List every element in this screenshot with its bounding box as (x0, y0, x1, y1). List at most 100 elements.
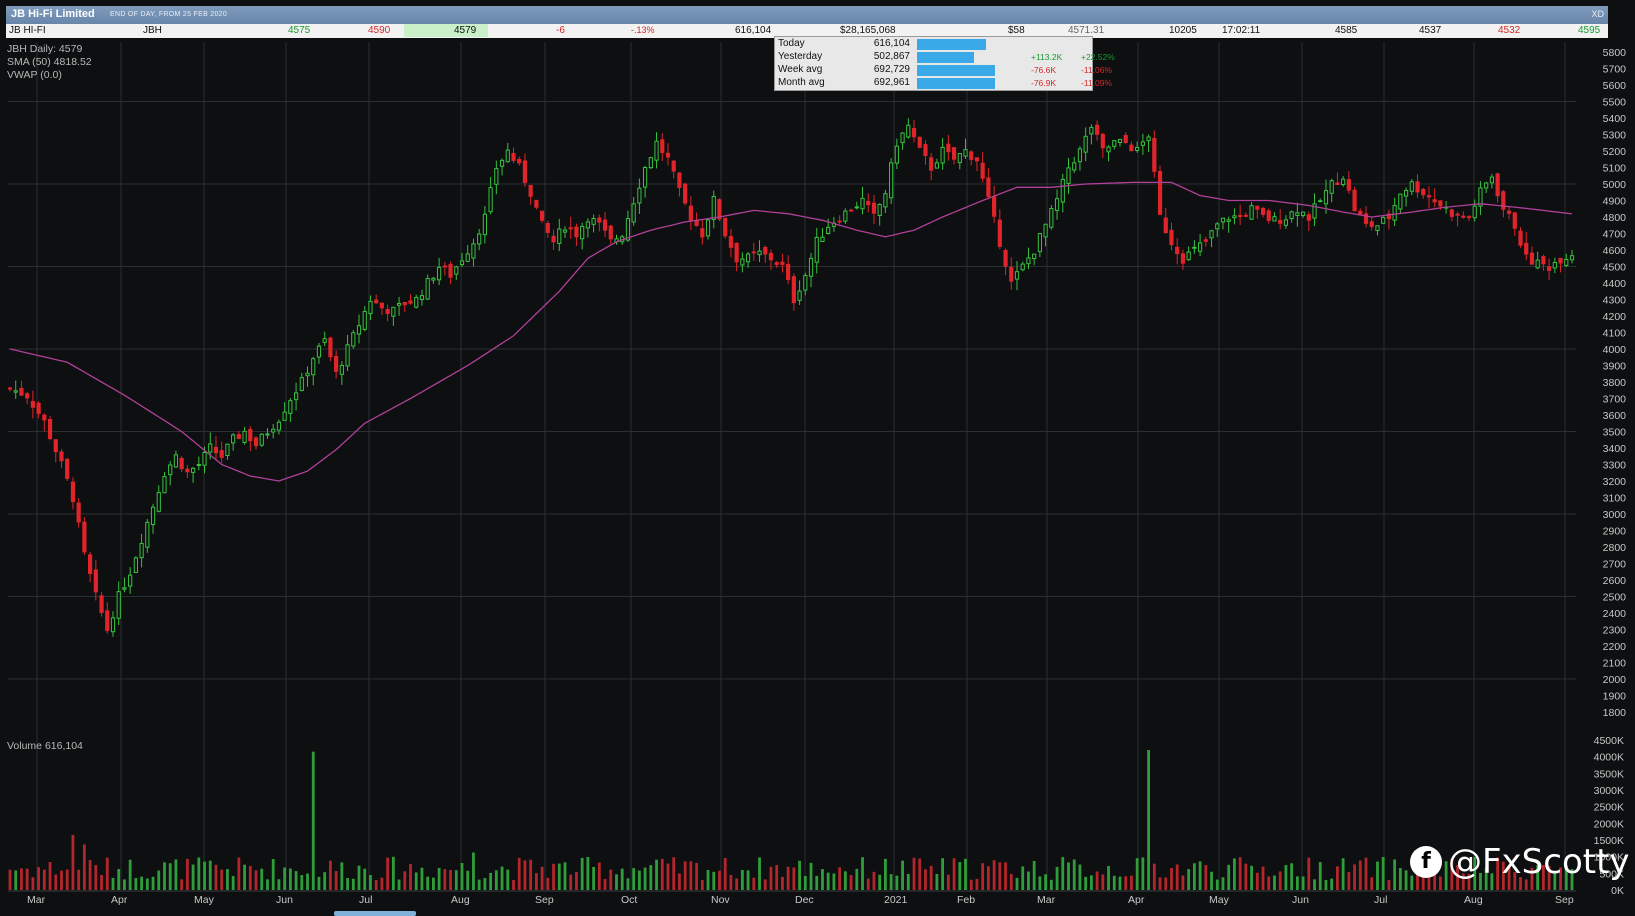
volume-bar (643, 867, 647, 890)
volume-bar (1044, 874, 1048, 890)
candle-body (311, 358, 316, 376)
volume-bar (1353, 864, 1356, 890)
month-tick-label: Nov (711, 894, 730, 906)
candle-body (271, 428, 276, 433)
candle-body (196, 464, 201, 467)
volume-bar (20, 868, 23, 890)
candle-body (562, 229, 568, 233)
volume-bar (1078, 864, 1082, 890)
volume-bar (1347, 871, 1351, 890)
volume-bar (815, 875, 819, 890)
volume-tick-label: 4500K (1594, 735, 1624, 747)
volume-bar (1124, 876, 1128, 890)
volume-popup-value: 502,867 (873, 51, 910, 62)
volume-bar (14, 870, 18, 890)
volume-bar (1336, 866, 1339, 890)
volume-bar (861, 857, 864, 890)
volume-bar (460, 863, 464, 890)
candle-body (185, 468, 190, 473)
candle-body (1197, 242, 1203, 252)
volume-bar (1364, 857, 1368, 890)
volume-popup-change-pct: -11.06% (1081, 65, 1113, 75)
volume-popup-value: 692,961 (873, 77, 910, 88)
volume-bar (769, 866, 773, 890)
volume-bar (569, 874, 573, 890)
volume-bar (1341, 858, 1345, 890)
candle-body (465, 253, 470, 262)
volume-popup-label: Yesterday (778, 51, 823, 62)
volume-bar (60, 870, 63, 890)
volume-bar (437, 867, 441, 890)
volume-comparison-popup: Today 616,104 Yesterday 502,867 +113.2K +22.5… (774, 36, 1115, 91)
candle-body (1484, 182, 1489, 189)
candle-body (723, 217, 728, 237)
volume-bar (546, 877, 550, 890)
volume-bar (185, 858, 189, 890)
volume-bar (42, 869, 46, 890)
volume-bar (397, 879, 401, 890)
chart-window: JB Hi-Fi Limited END OF DAY, FROM 25 FEB… (0, 0, 1635, 916)
volume-bar (260, 868, 264, 890)
volume-bar (105, 857, 109, 890)
candle-body (110, 617, 116, 633)
volume-bar (140, 876, 143, 890)
volume-bar (529, 859, 533, 890)
volume-bar (1267, 876, 1271, 890)
volume-bar (443, 869, 447, 890)
price-tick-label: 2600 (1603, 575, 1627, 587)
volume-popup-bar (917, 65, 995, 76)
volume-bar (48, 861, 52, 890)
candle-body (408, 300, 413, 304)
volume-bar (889, 874, 893, 890)
volume-bar (1072, 859, 1076, 890)
price-tick-label: 2200 (1603, 641, 1627, 653)
candle-body (471, 243, 476, 259)
horizontal-scrollbar[interactable] (334, 911, 416, 916)
candle-body (1409, 181, 1414, 192)
candle-body (1135, 146, 1140, 151)
month-tick-label: May (1209, 894, 1230, 906)
price-tick-label: 2700 (1603, 559, 1627, 571)
volume-bar (82, 844, 86, 890)
volume-bar (626, 878, 630, 890)
candle-body (1123, 134, 1128, 144)
volume-bar (1238, 857, 1242, 890)
candle-body (557, 228, 562, 244)
volume-tick-label: 3500K (1594, 768, 1624, 780)
candle-body (1295, 212, 1300, 216)
candle-body (488, 187, 493, 213)
candle-body (339, 364, 344, 375)
volume-bar (8, 869, 12, 890)
price-tick-label: 1900 (1603, 691, 1627, 703)
volume-bar (700, 879, 704, 890)
candle-body (974, 157, 980, 162)
candle-body (808, 257, 814, 277)
volume-bar (981, 863, 985, 890)
volume-bar (1152, 863, 1156, 890)
candle-body (368, 300, 373, 315)
price-volume-chart[interactable]: 1800 1900 2000 2100 2200 2300 2400 2500 2600 2700… (0, 0, 1635, 916)
candle-body (42, 414, 47, 421)
price-tick-label: 1800 (1603, 707, 1627, 719)
candle-body (334, 355, 339, 372)
candle-body (1169, 229, 1174, 246)
volume-bar (1210, 871, 1213, 890)
candle-body (940, 146, 945, 164)
volume-bar (88, 859, 92, 890)
volume-bar (477, 879, 481, 890)
volume-bar (254, 870, 258, 890)
volume-bar (1233, 858, 1236, 890)
volume-bar (472, 852, 475, 890)
candle-body (65, 458, 70, 479)
volume-bar (1215, 879, 1219, 890)
candle-body (1209, 230, 1214, 239)
volume-bar (603, 878, 607, 890)
candle-body (190, 467, 196, 473)
candle-body (654, 140, 659, 161)
volume-bar (821, 869, 824, 890)
candle-body (459, 260, 465, 266)
month-tick-label: Feb (957, 894, 975, 906)
month-tick-label: Dec (795, 894, 814, 906)
volume-bar (1250, 865, 1253, 890)
volume-bar (1015, 877, 1019, 890)
